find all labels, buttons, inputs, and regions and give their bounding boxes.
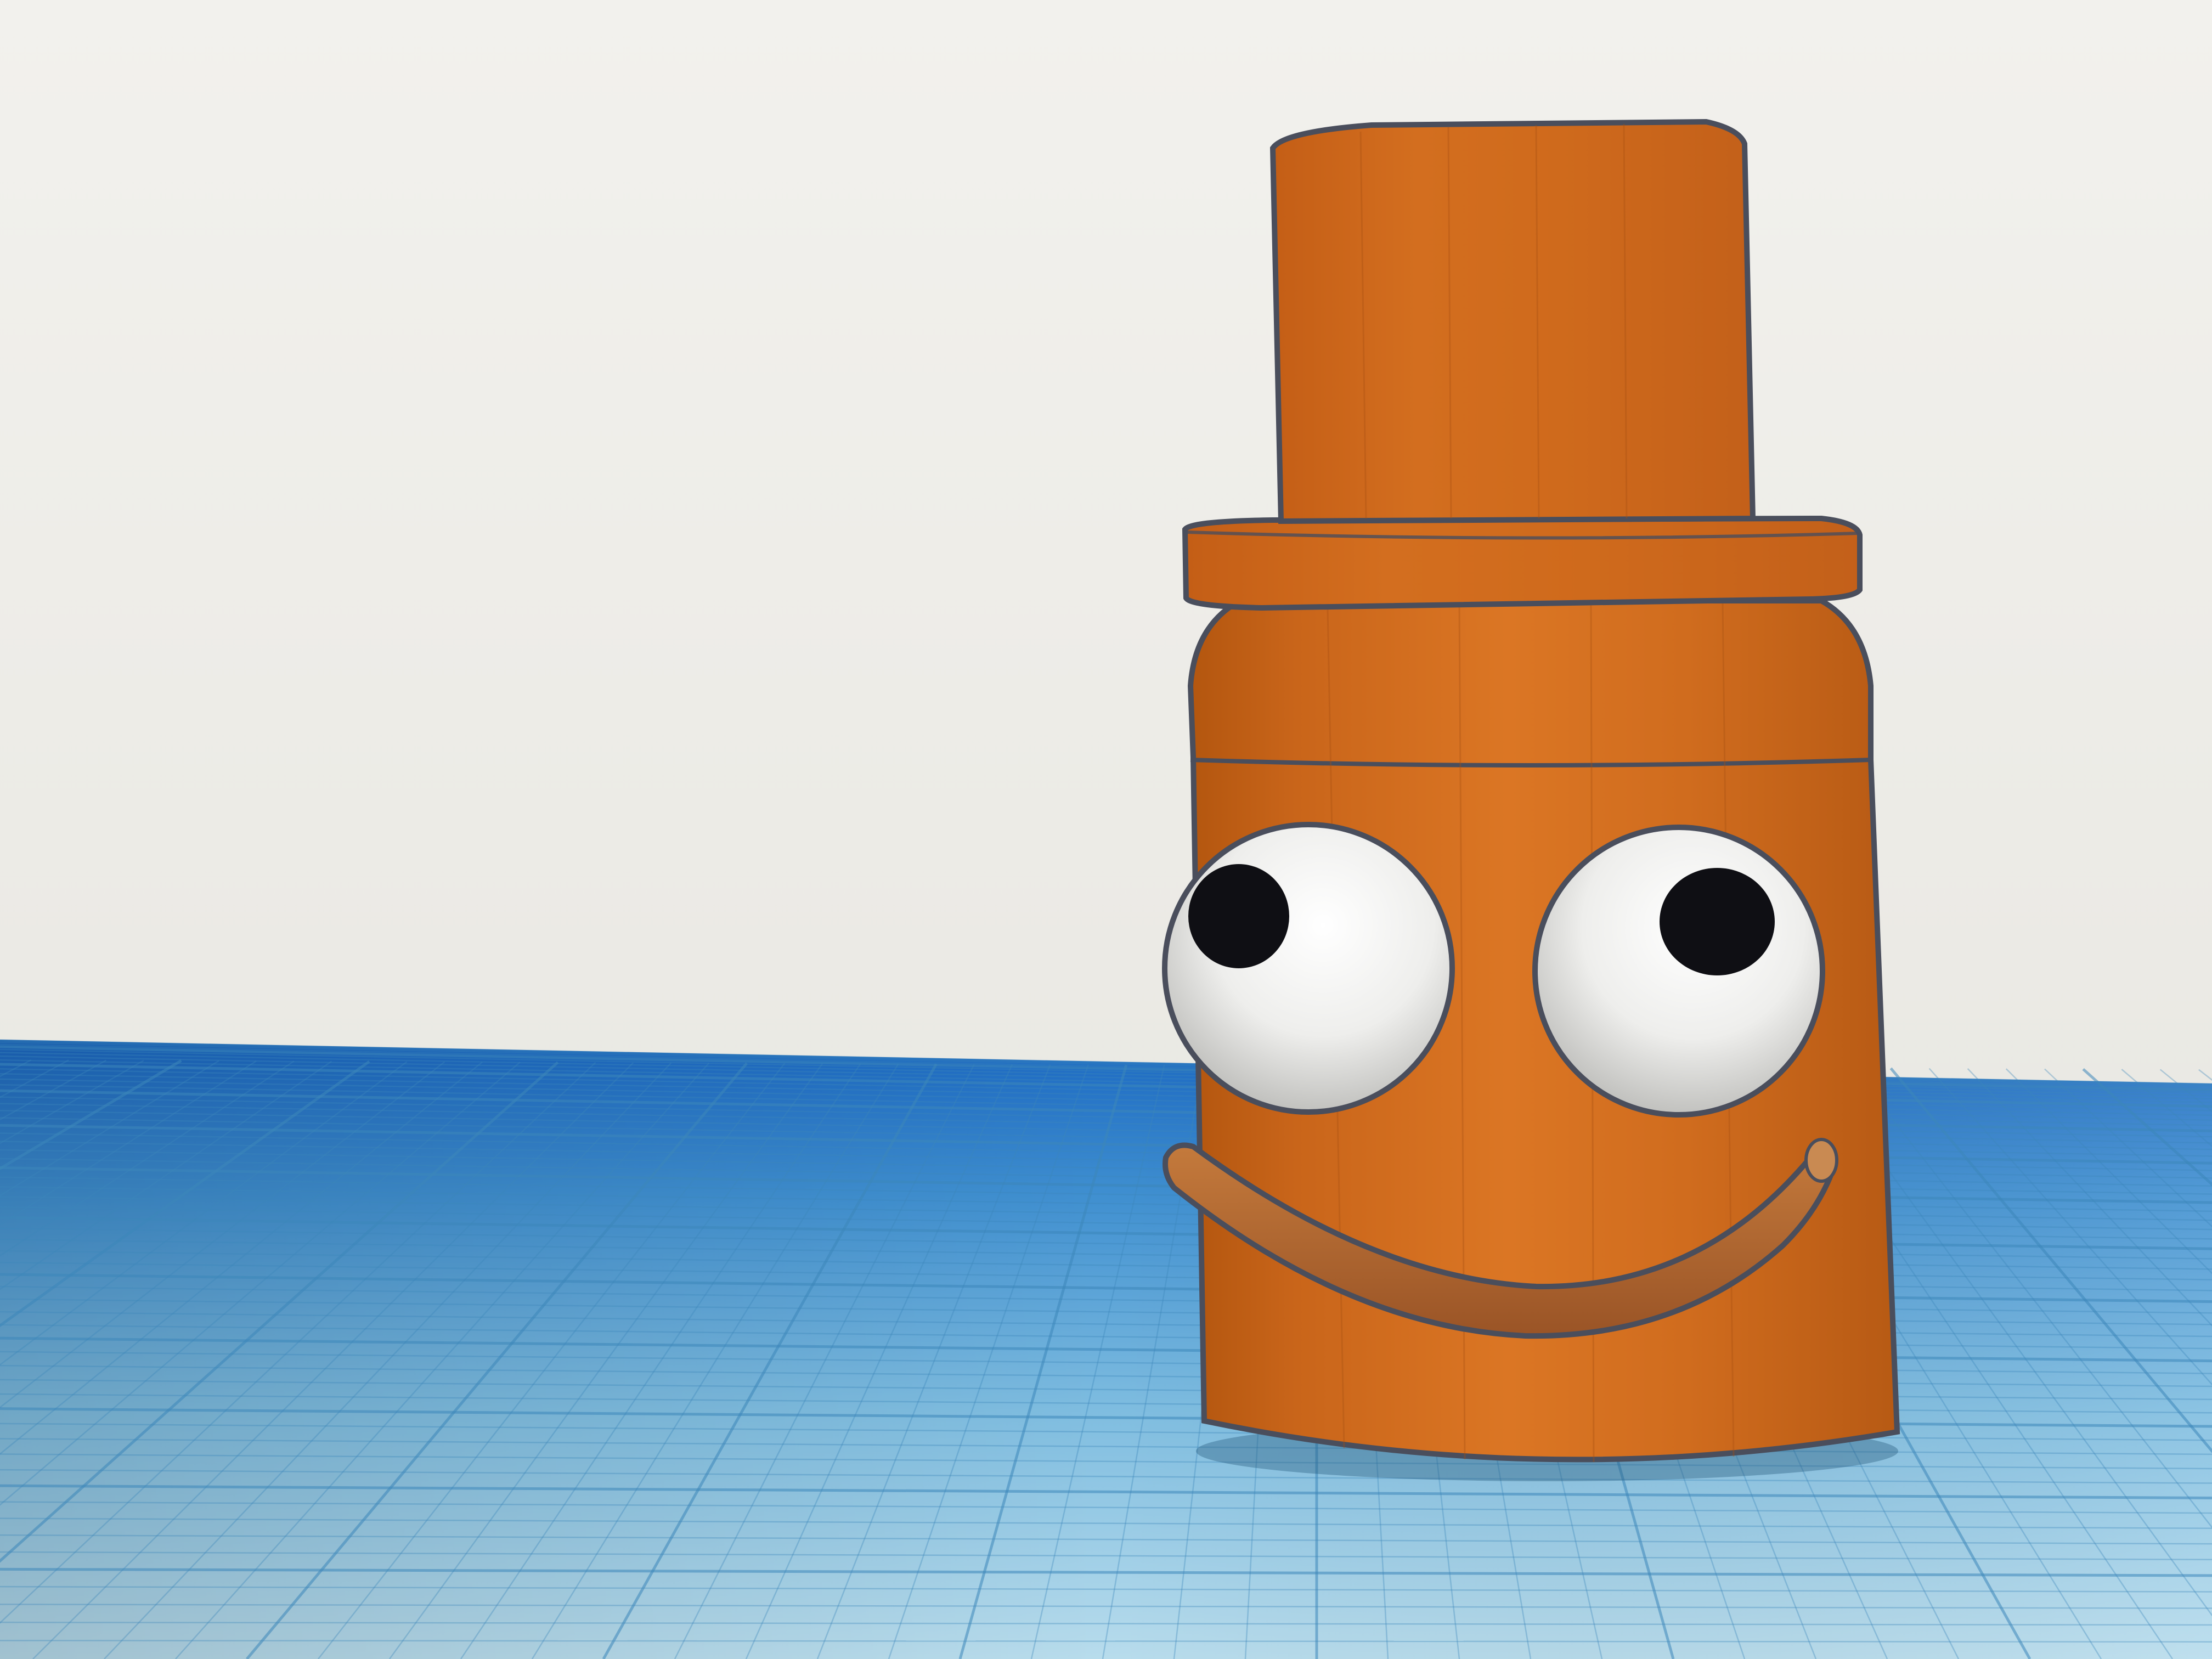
right-eye[interactable] — [1532, 825, 1825, 1118]
top-hat-crown[interactable] — [1269, 119, 1756, 524]
top-hat-brim[interactable] — [1182, 515, 1863, 611]
scene-canvas[interactable] — [0, 0, 2212, 1659]
mouth-end-cap — [1804, 1138, 1838, 1183]
right-pupil — [1660, 868, 1775, 975]
viewport-3d[interactable] — [0, 0, 2212, 1659]
left-eye[interactable] — [1162, 822, 1455, 1115]
left-pupil — [1188, 864, 1289, 968]
